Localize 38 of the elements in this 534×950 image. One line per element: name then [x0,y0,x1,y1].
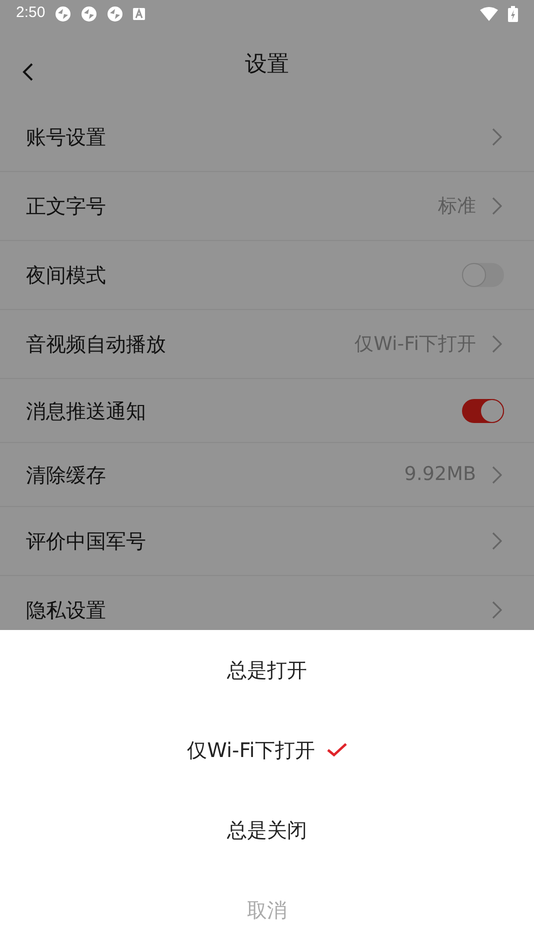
setting-value: 仅Wi-Fi下打开 [354,332,476,357]
back-icon [22,62,34,82]
setting-label: 评价中国军号 [26,528,147,555]
setting-label: 隐私设置 [26,597,107,624]
setting-label: 清除缓存 [26,462,107,488]
settings-row[interactable]: 夜间模式 [0,241,534,310]
app-notification-icon [81,6,98,22]
chevron-right-icon [492,601,502,619]
setting-label: 夜间模式 [26,262,107,289]
status-time: 2:50 [16,3,46,24]
setting-value: 标准 [438,194,476,219]
sheet-option[interactable]: 总是关闭 [0,790,534,870]
settings-row[interactable]: 音视频自动播放 仅Wi-Fi下打开 [0,310,534,379]
settings-row[interactable]: 评价中国军号 [0,507,534,576]
setting-label: 正文字号 [26,193,107,220]
app-notification-icon [55,6,72,22]
setting-value: 9.92MB [404,462,476,488]
keyboard-notification-icon [133,8,146,20]
settings-row[interactable]: 账号设置 [0,103,534,172]
app-notification-icon [107,6,124,22]
chevron-right-icon [492,335,502,353]
toggle-switch[interactable] [462,398,504,422]
sheet-option[interactable]: 仅Wi-Fi下打开 [0,710,534,790]
chevron-right-icon [492,532,502,550]
settings-row[interactable]: 清除缓存 9.92MB [0,443,534,507]
chevron-right-icon [492,466,502,484]
toggle-switch[interactable] [462,263,504,287]
wifi-icon [480,6,498,20]
setting-label: 账号设置 [26,124,107,151]
chevron-right-icon [492,197,502,215]
setting-label: 音视频自动播放 [26,331,167,358]
settings-row[interactable]: 正文字号 标准 [0,172,534,241]
chevron-right-icon [492,128,502,146]
settings-row[interactable]: 消息推送通知 [0,379,534,443]
page-title: 设置 [245,50,289,78]
setting-label: 消息推送通知 [26,398,147,424]
battery-icon [508,6,518,22]
sheet-option[interactable]: 总是打开 [0,630,534,710]
